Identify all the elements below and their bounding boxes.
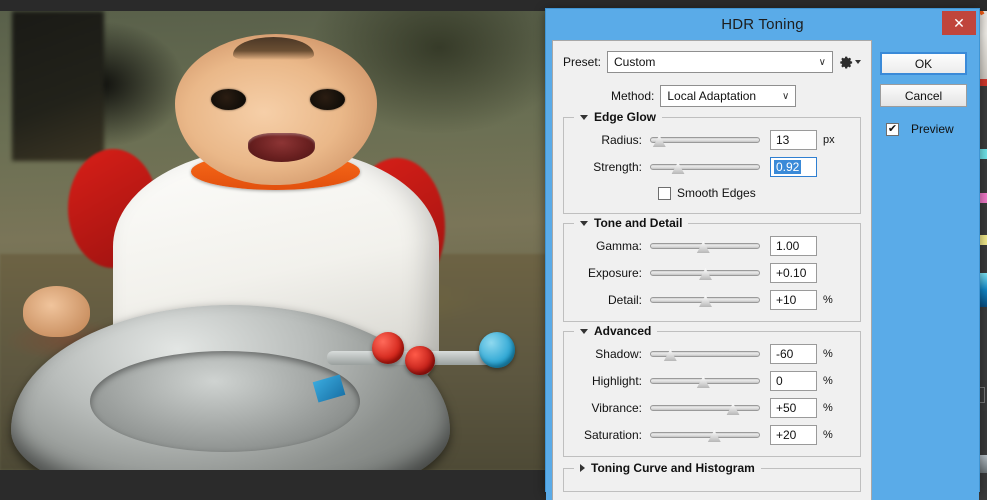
preview-checkbox[interactable]: ✔ (886, 122, 899, 136)
advanced-title: Advanced (594, 324, 652, 338)
smooth-edges-row[interactable]: Smooth Edges (572, 182, 852, 204)
shadow-slider[interactable] (650, 345, 760, 363)
exposure-input[interactable]: +0.10 (770, 263, 817, 283)
method-row: Method: Local Adaptation ∨ (563, 85, 861, 107)
detail-input[interactable]: +10 (770, 290, 817, 310)
highlight-unit: % (823, 375, 833, 387)
highlight-input[interactable]: 0 (770, 371, 817, 391)
saturation-unit: % (823, 429, 833, 441)
saturation-input[interactable]: +20 (770, 425, 817, 445)
preview-label: Preview (911, 122, 954, 136)
preview-row[interactable]: ✔ Preview (880, 122, 967, 136)
hdr-toning-dialog: HDR Toning ✕ Preset: Custom ∨ Method: Lo… (545, 8, 980, 500)
slider-row-exposure: Exposure: +0.10 (572, 261, 852, 285)
photo-toy-blue (478, 332, 515, 369)
photo-toy-red-2 (405, 346, 435, 376)
chevron-down-icon: ∨ (818, 56, 826, 68)
strength-input[interactable]: 0.92 (770, 157, 817, 177)
toning-curve-group: Toning Curve and Histogram (563, 461, 861, 492)
vibrance-unit: % (823, 402, 833, 414)
slider-row-vibrance: Vibrance: +50 % (572, 396, 852, 420)
detail-label: Detail: (607, 293, 642, 307)
tone-and-detail-group: Tone and Detail Gamma: 1.00 Exposure: +0… (563, 216, 861, 322)
toning-curve-header[interactable]: Toning Curve and Histogram (574, 461, 761, 475)
gamma-label: Gamma: (595, 239, 642, 253)
image-canvas[interactable] (0, 11, 563, 470)
radius-unit: px (823, 134, 835, 146)
triangle-right-icon (580, 464, 585, 472)
edge-glow-title: Edge Glow (594, 110, 657, 124)
ok-button[interactable]: OK (880, 52, 967, 75)
smooth-edges-checkbox[interactable] (658, 186, 671, 200)
radius-slider-track (650, 137, 760, 143)
highlight-slider[interactable] (650, 372, 760, 390)
exposure-label: Exposure: (587, 266, 642, 280)
slider-row-saturation: Saturation: +20 % (572, 423, 852, 447)
photo-baby-hand (22, 286, 91, 337)
slider-row-gamma: Gamma: 1.00 (572, 234, 852, 258)
chevron-down-icon (855, 60, 861, 64)
saturation-label: Saturation: (583, 428, 642, 442)
vibrance-input[interactable]: +50 (770, 398, 817, 418)
preset-label: Preset: (563, 55, 602, 69)
gamma-input[interactable]: 1.00 (770, 236, 817, 256)
highlight-label: Highlight: (591, 374, 642, 388)
advanced-group: Advanced Shadow: -60 % Highlight: 0 % Vi… (563, 324, 861, 457)
vibrance-slider[interactable] (650, 399, 760, 417)
slider-row-detail: Detail: +10 % (572, 288, 852, 312)
method-value: Local Adaptation (667, 89, 757, 103)
tone-and-detail-header[interactable]: Tone and Detail (574, 216, 689, 230)
detail-slider[interactable] (650, 291, 760, 309)
triangle-down-icon (580, 114, 588, 120)
radius-input[interactable]: 13 (770, 130, 817, 150)
cancel-button[interactable]: Cancel (880, 84, 967, 107)
photo-chair (12, 11, 104, 161)
chevron-down-icon: ∨ (782, 90, 790, 102)
saturation-slider-track (650, 432, 760, 438)
slider-row-strength: Strength: 0.92 (572, 155, 852, 179)
dialog-title-bar[interactable]: HDR Toning ✕ (546, 9, 979, 40)
method-dropdown[interactable]: Local Adaptation ∨ (660, 85, 797, 107)
slider-row-radius: Radius: 13 px (572, 128, 852, 152)
strength-label: Strength: (593, 160, 642, 174)
shadow-input[interactable]: -60 (770, 344, 817, 364)
tone-and-detail-title: Tone and Detail (594, 216, 683, 230)
shadow-label: Shadow: (595, 347, 642, 361)
exposure-slider[interactable] (650, 264, 760, 282)
radius-label: Radius: (601, 133, 642, 147)
settings-panel: Preset: Custom ∨ Method: Local Adaptatio… (552, 40, 872, 500)
gamma-slider[interactable] (650, 237, 760, 255)
photo-baby-eye-left (211, 89, 247, 111)
photo-baby-hair (233, 36, 315, 60)
dialog-body: Preset: Custom ∨ Method: Local Adaptatio… (546, 40, 979, 500)
shadow-unit: % (823, 348, 833, 360)
gear-icon (840, 56, 853, 68)
advanced-header[interactable]: Advanced (574, 324, 658, 338)
preset-dropdown[interactable]: Custom ∨ (607, 51, 833, 73)
vibrance-label: Vibrance: (591, 401, 642, 415)
saturation-slider[interactable] (650, 426, 760, 444)
slider-row-shadow: Shadow: -60 % (572, 342, 852, 366)
toning-curve-title-label: Toning Curve and Histogram (591, 461, 755, 475)
strength-input-value: 0.92 (774, 160, 802, 174)
preset-value: Custom (614, 55, 656, 69)
vibrance-slider-track (650, 405, 760, 411)
detail-unit: % (823, 294, 833, 306)
dialog-buttons: OK Cancel ✔ Preview (872, 40, 973, 500)
smooth-edges-label: Smooth Edges (677, 186, 756, 200)
strength-slider-track (650, 164, 760, 170)
slider-row-highlight: Highlight: 0 % (572, 369, 852, 393)
radius-slider[interactable] (650, 131, 760, 149)
edge-glow-group: Edge Glow Radius: 13 px Strength: 0.92 S… (563, 110, 861, 214)
method-label: Method: (611, 89, 655, 103)
preset-row: Preset: Custom ∨ (563, 51, 861, 73)
dialog-title: HDR Toning (721, 16, 804, 33)
strength-slider[interactable] (650, 158, 760, 176)
edge-glow-header[interactable]: Edge Glow (574, 110, 663, 124)
close-icon[interactable]: ✕ (942, 11, 976, 35)
triangle-down-icon (580, 328, 588, 334)
photo-baby-eye-right (309, 89, 345, 111)
preset-menu-button[interactable] (839, 55, 861, 70)
triangle-down-icon (580, 220, 588, 226)
